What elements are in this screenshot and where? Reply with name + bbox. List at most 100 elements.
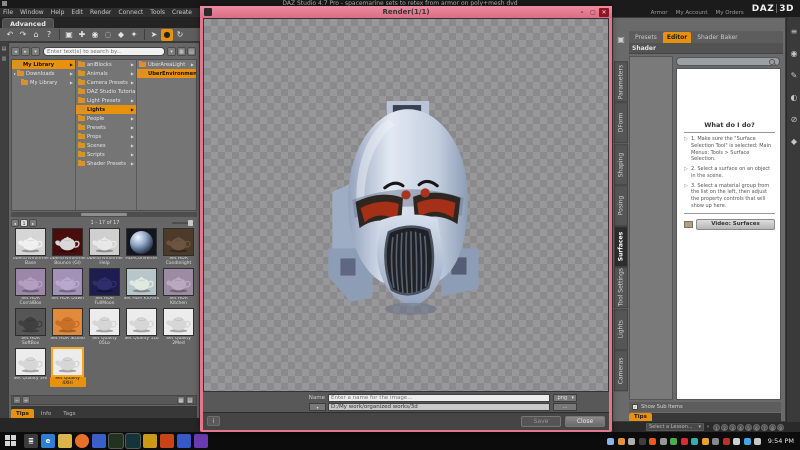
start-button[interactable] <box>5 435 17 447</box>
create-node-icon[interactable]: ✚ <box>76 29 88 41</box>
thumbnail-set-quality-3hi[interactable]: Set Quality 3Hi <box>13 348 49 388</box>
thumbnail-image[interactable] <box>126 228 157 256</box>
save-path-field[interactable]: D:/My work/organized works/3d <box>328 403 550 411</box>
library-nav-button-1[interactable]: ▸ <box>21 47 30 56</box>
tray-icon-5[interactable] <box>649 438 656 445</box>
pane-tab-shaping[interactable]: Shaping <box>614 144 628 185</box>
dock-doc-icon[interactable]: ▤ <box>0 46 8 52</box>
pane-tab-dform[interactable]: DForm <box>614 102 628 143</box>
thumbnail-image[interactable] <box>52 228 83 256</box>
thumbnail-size-slider[interactable] <box>172 222 194 224</box>
browse-button[interactable]: ... <box>553 403 577 411</box>
pane-tab-parameters[interactable]: Parameters <box>614 61 628 102</box>
pane-tab-tool-settings[interactable]: Tool Settings <box>614 267 628 308</box>
thumbnail-image[interactable] <box>52 268 83 296</box>
thumbnail-image[interactable] <box>52 348 83 376</box>
tree-item-people[interactable]: People▶ <box>76 114 136 123</box>
surfaces-search-box[interactable] <box>676 57 780 66</box>
tree-item-aniblocks[interactable]: aniBlocks▶ <box>76 60 136 69</box>
save-button[interactable]: Save <box>521 416 561 427</box>
pane-tab-cameras[interactable]: Cameras <box>614 350 628 391</box>
tree-item-animals[interactable]: Animals▶ <box>76 69 136 78</box>
tree-item-my-library[interactable]: My Library▶ <box>12 78 75 87</box>
lesson-page-2[interactable]: 2 <box>721 424 728 431</box>
tree-item-uberarealight[interactable]: UberAreaLight▶ <box>137 60 196 69</box>
node-icon[interactable]: ◆ <box>787 135 800 149</box>
scroll-minus-button[interactable]: − <box>13 396 21 404</box>
render-sphere-icon[interactable]: ◐ <box>787 91 800 105</box>
library-view-button-1[interactable]: ▦ <box>177 47 186 56</box>
menu-icon[interactable]: ≡ <box>787 25 800 39</box>
close-button[interactable]: Close <box>565 416 605 427</box>
daz-studio-icon[interactable] <box>126 434 140 448</box>
image-name-input[interactable] <box>328 394 550 402</box>
thumbnail-image[interactable] <box>15 348 46 376</box>
slider-knob[interactable] <box>188 220 193 226</box>
tree-item-props[interactable]: Props▶ <box>76 132 136 141</box>
thumbnail-set-quality-05lo[interactable]: Set Quality 05Lo <box>87 308 123 348</box>
tab-tips[interactable]: Tips <box>629 413 652 421</box>
thumbnail-uberenvironment2-base[interactable]: UberEnvironment2 Base <box>13 228 49 268</box>
pointer-tool-icon[interactable]: ➤ <box>148 29 160 41</box>
menu-create[interactable]: Create <box>172 9 192 16</box>
orbit-icon[interactable]: ◌ <box>102 29 114 41</box>
thumbnail-set-quality-4xhi[interactable]: Set Quality 4XHi <box>50 348 86 388</box>
tray-icon-6[interactable] <box>660 438 667 445</box>
menu-render[interactable]: Render <box>90 9 111 16</box>
red-app-icon[interactable] <box>160 434 174 448</box>
view-grid-button[interactable]: ▦ <box>177 396 185 404</box>
render-window-titlebar[interactable]: Render(1/1) – ▢ ✕ <box>200 6 612 18</box>
library-nav-button-2[interactable]: ▾ <box>31 47 40 56</box>
thumbnail-uberenvironment2-help[interactable]: UberEnvironment2 Help <box>87 228 123 268</box>
expander-icon[interactable]: ▸ <box>14 71 16 76</box>
thumbnail-image[interactable] <box>52 308 83 336</box>
thumbnail-set-hdr-corralbox[interactable]: Set HDR CorralBox <box>13 268 49 308</box>
panel-grip-icon[interactable]: ▣ <box>615 34 627 46</box>
thumbnail-image[interactable] <box>89 308 120 336</box>
lesson-page-6[interactable]: 6 <box>753 424 760 431</box>
library-view-button-0[interactable]: ▾ <box>167 47 176 56</box>
image-app-icon[interactable] <box>109 434 123 448</box>
tree-item-downloads[interactable]: ▸Downloads▶ <box>12 69 75 78</box>
thumbnail-set-hdr-kitpark[interactable]: Set HDR KitPark <box>124 268 160 308</box>
menu-file[interactable]: File <box>3 9 13 16</box>
media-icon[interactable] <box>92 434 106 448</box>
tray-icon-7[interactable] <box>670 438 677 445</box>
thumbnail-set-hdr-kitchen[interactable]: Set HDR Kitchen <box>161 268 197 308</box>
rotate-tool-icon[interactable]: ↻ <box>174 29 186 41</box>
tree-item-light-presets[interactable]: Light Presets▶ <box>76 96 136 105</box>
show-sub-items-checkbox[interactable]: ✓ <box>632 404 638 410</box>
tray-icon-4[interactable] <box>639 438 646 445</box>
purple-app-icon[interactable] <box>194 434 208 448</box>
menu-edit[interactable]: Edit <box>71 9 83 16</box>
thumbnail-image[interactable] <box>163 268 194 296</box>
close-icon[interactable]: ✕ <box>599 8 609 17</box>
tree-item-my-library[interactable]: My Library▶ <box>12 60 75 69</box>
help-icon[interactable]: ? <box>43 29 55 41</box>
explorer-icon[interactable] <box>58 434 72 448</box>
tray-icon-1[interactable] <box>607 438 614 445</box>
lesson-page-5[interactable]: 5 <box>745 424 752 431</box>
null-icon[interactable]: ⊘ <box>787 113 800 127</box>
tree-item-daz-studio-tutorials[interactable]: DAZ Studio Tutorials▶ <box>76 87 136 96</box>
lesson-page-9[interactable]: 9 <box>777 424 784 431</box>
lesson-page-7[interactable]: 7 <box>761 424 768 431</box>
thumbnail-image[interactable] <box>15 268 46 296</box>
thumbnail-hdrconverter[interactable]: HDRConverter <box>124 228 160 268</box>
dock-list-icon[interactable]: ▥ <box>0 56 8 62</box>
scroll-plus-button[interactable]: + <box>22 396 30 404</box>
tray-icon-10[interactable] <box>702 438 709 445</box>
task-view-icon[interactable]: ≣ <box>24 434 38 448</box>
lesson-page-3[interactable]: 3 <box>729 424 736 431</box>
home-icon[interactable]: ⌂ <box>30 29 42 41</box>
thumbnail-set-hdr-studio[interactable]: Set HDR Studio <box>50 308 86 348</box>
firefox-icon[interactable] <box>75 434 89 448</box>
material-group-list[interactable] <box>629 56 673 400</box>
library-nav-button-0[interactable]: ◂ <box>11 47 20 56</box>
thumbnail-set-quality-1lo[interactable]: Set Quality 1Lo <box>124 308 160 348</box>
tree-horizontal-scrollbar[interactable] <box>11 212 197 217</box>
minimize-icon[interactable]: – <box>577 8 587 17</box>
edit-icon[interactable]: ✎ <box>787 69 800 83</box>
thumbnail-image[interactable] <box>89 228 120 256</box>
redo-icon[interactable]: ↷ <box>17 29 29 41</box>
